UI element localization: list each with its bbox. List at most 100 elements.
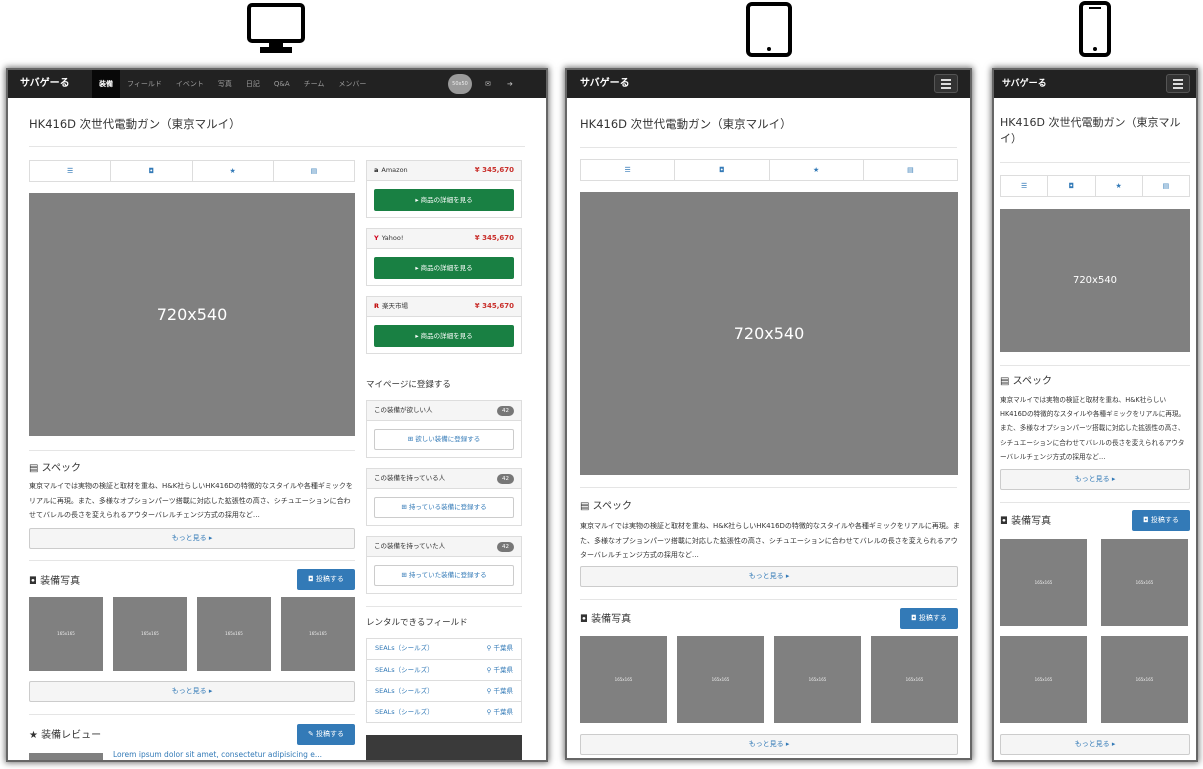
field-name-link[interactable]: SEALs（シールズ） <box>375 660 434 681</box>
view-product-details-button[interactable]: ▸ 商品の詳細を見る <box>374 325 514 347</box>
photo-thumbnail[interactable]: 165x165 <box>774 636 861 723</box>
field-name-link[interactable]: SEALs（シールズ） <box>375 638 434 659</box>
view-product-details-button[interactable]: ▸ 商品の詳細を見る <box>374 257 514 279</box>
rental-field-row[interactable]: SEALs（シールズ） ⚲ 千葉県 <box>367 680 521 702</box>
ad-banner[interactable] <box>366 735 522 760</box>
list-icon[interactable]: ☰ <box>1001 176 1049 196</box>
register-equipment-button[interactable]: ⊞ 欲しい装備に登録する <box>374 429 514 450</box>
star-icon[interactable]: ★ <box>770 160 864 180</box>
camera-icon[interactable]: ◘ <box>111 161 193 181</box>
mypage-panel-header: この装備が欲しい人 42 <box>367 401 521 421</box>
divider <box>580 599 957 600</box>
spec-text: 東京マルイでは実物の検証と取材を重ね、H&K社らしいHK416Dの特徴的なスタイ… <box>29 482 353 519</box>
spec-more-button[interactable]: もっと見る ▸ <box>1000 469 1190 490</box>
photos-post-label: 投稿する <box>918 614 947 622</box>
review-post-button[interactable]: ✎ 投稿する <box>297 724 355 745</box>
photo-thumbnail[interactable]: 165x165 <box>1101 636 1188 723</box>
photo-thumbnail[interactable]: 165x165 <box>677 636 764 723</box>
mypage-panel: この装備が欲しい人 42 ⊞ 欲しい装備に登録する <box>366 400 522 458</box>
shop-price: ¥ 345,670 <box>474 234 514 242</box>
star-icon[interactable]: ★ <box>193 161 274 181</box>
field-name-link[interactable]: SEALs（シールズ） <box>375 681 434 702</box>
review-title-link[interactable]: Lorem ipsum dolor sit amet, consectetur … <box>113 750 363 759</box>
spec-heading: ▤ スペック <box>580 497 632 512</box>
nav-item[interactable]: チーム <box>297 70 332 98</box>
media-tabs: ☰ ◘ ★ ▤ <box>1000 175 1190 197</box>
spec-more-button[interactable]: もっと見る ▸ <box>29 528 355 549</box>
photo-thumbnail[interactable]: 165x165 <box>29 597 103 671</box>
list-icon: ▤ <box>29 463 42 474</box>
nav-item[interactable]: イベント <box>169 70 211 98</box>
shop-price: ¥ 345,670 <box>474 166 514 174</box>
photo-thumbnail[interactable]: 165x165 <box>1101 539 1188 626</box>
rental-heading: レンタルできるフィールド <box>366 618 468 628</box>
photo-thumbnail[interactable]: 165x165 <box>281 597 355 671</box>
mypage-heading: マイページに登録する <box>366 380 451 390</box>
nav-item[interactable]: Q&A <box>267 70 297 98</box>
list-icon[interactable]: ☰ <box>30 161 112 181</box>
list-icon: ▤ <box>1000 376 1013 387</box>
rental-field-row[interactable]: SEALs（シールズ） ⚲ 千葉県 <box>367 659 521 681</box>
brand-logo[interactable]: サバゲーる <box>994 70 1055 98</box>
phone-icon <box>1079 1 1111 57</box>
mypage-panel-header: この装備を持っていた人 42 <box>367 537 521 557</box>
brand-logo[interactable]: サバゲーる <box>12 70 78 98</box>
main-product-image: 720x540 <box>580 192 958 475</box>
view-product-details-button[interactable]: ▸ 商品の詳細を見る <box>374 189 514 211</box>
film-icon[interactable]: ▤ <box>864 160 957 180</box>
navbar: サバゲーる <box>567 70 970 98</box>
avatar[interactable]: 50x50 <box>448 74 472 94</box>
camera-icon[interactable]: ◘ <box>1048 176 1096 196</box>
register-equipment-button[interactable]: ⊞ 持っている装備に登録する <box>374 497 514 518</box>
photos-more-button[interactable]: もっと見る ▸ <box>580 734 958 755</box>
view-product-label: 商品の詳細を見る <box>420 264 473 272</box>
camera-icon: ◘ <box>308 575 316 583</box>
photo-thumbnail[interactable]: 165x165 <box>1000 636 1087 723</box>
register-equipment-button[interactable]: ⊞ 持っていた装備に登録する <box>374 565 514 586</box>
nav-item[interactable]: 装備 <box>92 70 120 98</box>
tablet-icon <box>746 2 792 57</box>
photo-thumbnail[interactable]: 165x165 <box>197 597 271 671</box>
count-badge: 42 <box>497 542 514 552</box>
photos-more-button[interactable]: もっと見る ▸ <box>1000 734 1190 755</box>
nav-item[interactable]: 写真 <box>211 70 239 98</box>
rental-field-row[interactable]: SEALs（シールズ） ⚲ 千葉県 <box>367 701 521 723</box>
mypage-panel-label: この装備を持っていた人 <box>374 542 446 550</box>
photo-thumbnail[interactable]: 165x165 <box>1000 539 1087 626</box>
photo-thumbnail[interactable]: 165x165 <box>580 636 667 723</box>
shop-logo-icon: a <box>374 166 379 174</box>
phone-frame: サバゲーる HK416D 次世代電動ガン（東京マルイ） ☰ ◘ ★ ▤ 720x… <box>994 70 1196 760</box>
photos-more-button[interactable]: もっと見る ▸ <box>29 681 355 702</box>
view-product-label: 商品の詳細を見る <box>420 332 473 340</box>
sign-out-icon[interactable]: ➔ <box>507 70 513 98</box>
film-icon[interactable]: ▤ <box>1143 176 1189 196</box>
nav-item[interactable]: 日記 <box>239 70 267 98</box>
film-icon[interactable]: ▤ <box>274 161 354 181</box>
list-icon[interactable]: ☰ <box>581 160 676 180</box>
photo-thumbnail[interactable]: 165x165 <box>871 636 958 723</box>
nav-item[interactable]: メンバー <box>331 70 373 98</box>
rental-field-row[interactable]: SEALs（シールズ） ⚲ 千葉県 <box>367 638 521 659</box>
divider <box>29 714 355 715</box>
brand-logo[interactable]: サバゲーる <box>572 70 638 98</box>
spec-heading: ▤ スペック <box>1000 372 1052 387</box>
spec-more-button[interactable]: もっと見る ▸ <box>580 566 958 587</box>
review-thumbnail[interactable] <box>29 753 103 760</box>
star-icon[interactable]: ★ <box>1096 176 1143 196</box>
spec-heading-text: スペック <box>1012 376 1052 387</box>
photos-post-button[interactable]: ◘ 投稿する <box>900 608 958 629</box>
field-prefecture: ⚲ 千葉県 <box>487 638 513 659</box>
photos-post-button[interactable]: ◘ 投稿する <box>1132 510 1190 531</box>
photos-post-button[interactable]: ◘ 投稿する <box>297 569 355 590</box>
prefecture-label: 千葉県 <box>493 687 514 695</box>
shop-logo-icon: Y <box>374 234 379 242</box>
hamburger-menu-icon[interactable] <box>934 74 958 93</box>
hamburger-menu-icon[interactable] <box>1166 74 1190 93</box>
field-name-link[interactable]: SEALs（シールズ） <box>375 702 434 723</box>
photo-thumbnail[interactable]: 165x165 <box>113 597 187 671</box>
field-prefecture: ⚲ 千葉県 <box>487 681 513 702</box>
camera-icon[interactable]: ◘ <box>675 160 770 180</box>
nav-item[interactable]: フィールド <box>120 70 169 98</box>
photos-heading-text: 装備写真 <box>1011 516 1052 527</box>
envelope-icon[interactable]: ✉ <box>485 70 491 98</box>
